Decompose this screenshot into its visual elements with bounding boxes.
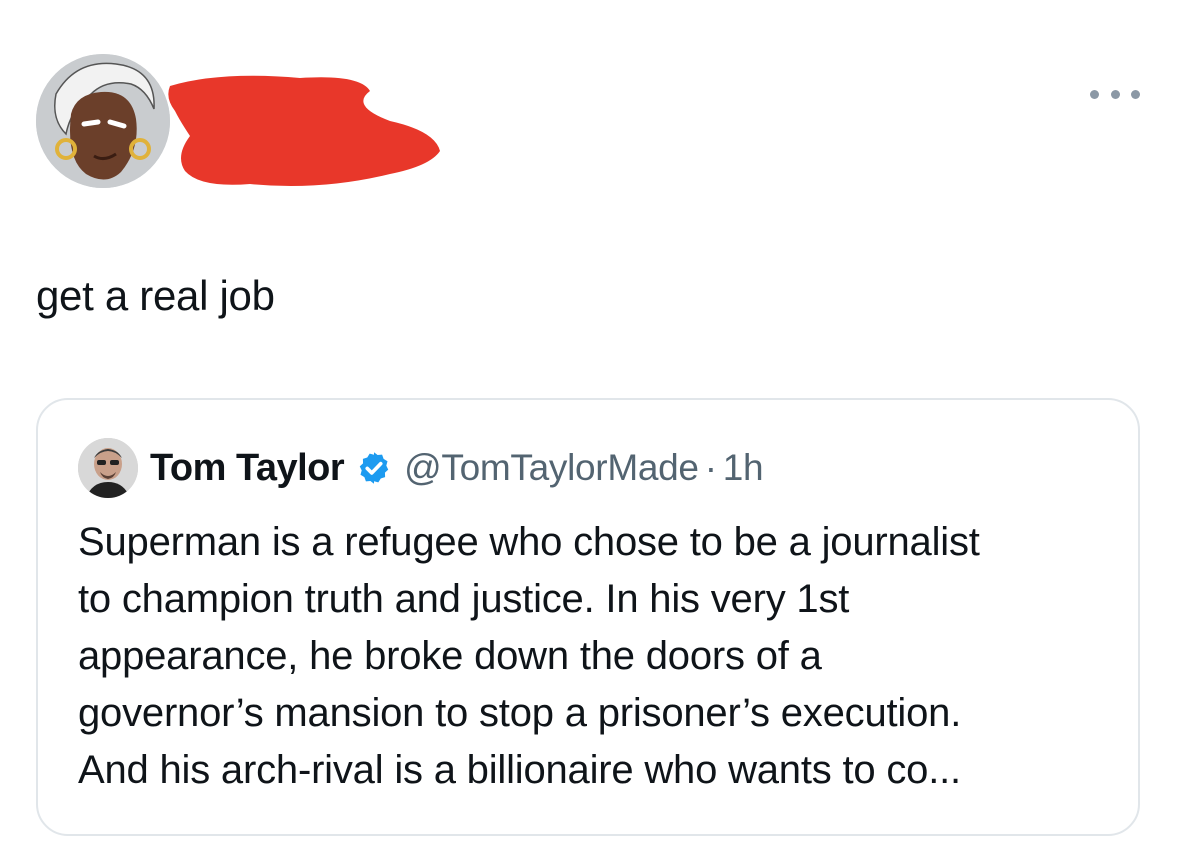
tweet-text: get a real job bbox=[36, 272, 275, 319]
quoted-author-avatar[interactable] bbox=[78, 438, 138, 498]
quoted-tweet-card[interactable]: Tom Taylor @TomTaylorMade · 1h Superman … bbox=[36, 398, 1140, 836]
avatar-image bbox=[36, 54, 170, 188]
author-avatar[interactable] bbox=[36, 54, 170, 188]
quoted-tweet-line: appearance, he broke down the doors of a bbox=[78, 634, 822, 678]
quoted-tweet-header: Tom Taylor @TomTaylorMade · 1h bbox=[150, 442, 764, 494]
verified-badge-icon bbox=[356, 450, 392, 486]
quoted-tweet-line: to champion truth and justice. In his ve… bbox=[78, 577, 850, 621]
quoted-tweet-line: governor’s mansion to stop a prisoner’s … bbox=[78, 691, 962, 735]
quoted-tweet-line: Superman is a refugee who chose to be a … bbox=[78, 520, 980, 564]
quoted-tweet-timestamp[interactable]: 1h bbox=[723, 447, 764, 489]
quoted-author-name[interactable]: Tom Taylor bbox=[150, 447, 345, 490]
quoted-tweet-body: Superman is a refugee who chose to be a … bbox=[78, 514, 1118, 799]
quoted-tweet-line: And his arch-rival is a billionaire who … bbox=[78, 748, 961, 792]
avatar-image bbox=[78, 438, 138, 498]
ellipsis-icon bbox=[1090, 89, 1099, 99]
header-separator: · bbox=[704, 447, 717, 488]
redacted-author-name bbox=[160, 66, 450, 196]
more-options-button[interactable] bbox=[1090, 84, 1140, 104]
quoted-author-handle[interactable]: @TomTaylorMade bbox=[404, 447, 699, 489]
